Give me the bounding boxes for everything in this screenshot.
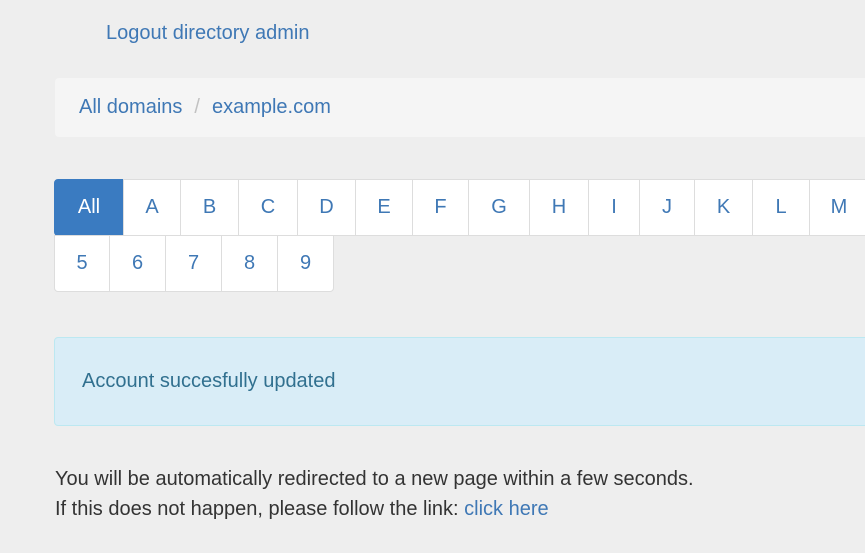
redirect-message: You will be automatically redirected to …	[55, 464, 694, 524]
page-6[interactable]: 6	[109, 235, 166, 292]
redirect-message-line1: You will be automatically redirected to …	[55, 468, 694, 490]
page-c[interactable]: C	[238, 179, 298, 236]
page-d[interactable]: D	[297, 179, 356, 236]
pager-row-letters: All A B C D E F G H I J K L M	[54, 179, 865, 236]
page-e[interactable]: E	[355, 179, 413, 236]
letter-pager: All A B C D E F G H I J K L M 5 6 7 8 9	[54, 179, 865, 292]
redirect-message-prefix: If this does not happen, please follow t…	[55, 498, 459, 520]
page-8[interactable]: 8	[221, 235, 278, 292]
page-g[interactable]: G	[468, 179, 530, 236]
page-5[interactable]: 5	[54, 235, 110, 292]
logout-link[interactable]: Logout directory admin	[106, 22, 309, 45]
page-7[interactable]: 7	[165, 235, 222, 292]
page-9[interactable]: 9	[277, 235, 334, 292]
page-a[interactable]: A	[123, 179, 181, 236]
success-alert: Account succesfully updated	[54, 337, 865, 426]
breadcrumb-current-domain: example.com	[211, 96, 331, 118]
breadcrumb-separator: /	[194, 96, 200, 118]
page-h[interactable]: H	[529, 179, 589, 236]
pager-row-digits: 5 6 7 8 9	[54, 235, 865, 292]
page-l[interactable]: L	[752, 179, 810, 236]
alert-text: Account succesfully updated	[82, 370, 336, 392]
page-i[interactable]: I	[588, 179, 640, 236]
click-here-link[interactable]: click here	[464, 498, 548, 520]
breadcrumb: All domains / example.com	[55, 78, 865, 137]
page-k[interactable]: K	[694, 179, 753, 236]
breadcrumb-all-domains[interactable]: All domains	[79, 96, 182, 119]
page-j[interactable]: J	[639, 179, 695, 236]
page-all[interactable]: All	[54, 179, 124, 236]
page-b[interactable]: B	[180, 179, 239, 236]
page-m[interactable]: M	[809, 179, 865, 236]
page-f[interactable]: F	[412, 179, 469, 236]
redirect-message-line2: If this does not happen, please follow t…	[55, 494, 694, 524]
